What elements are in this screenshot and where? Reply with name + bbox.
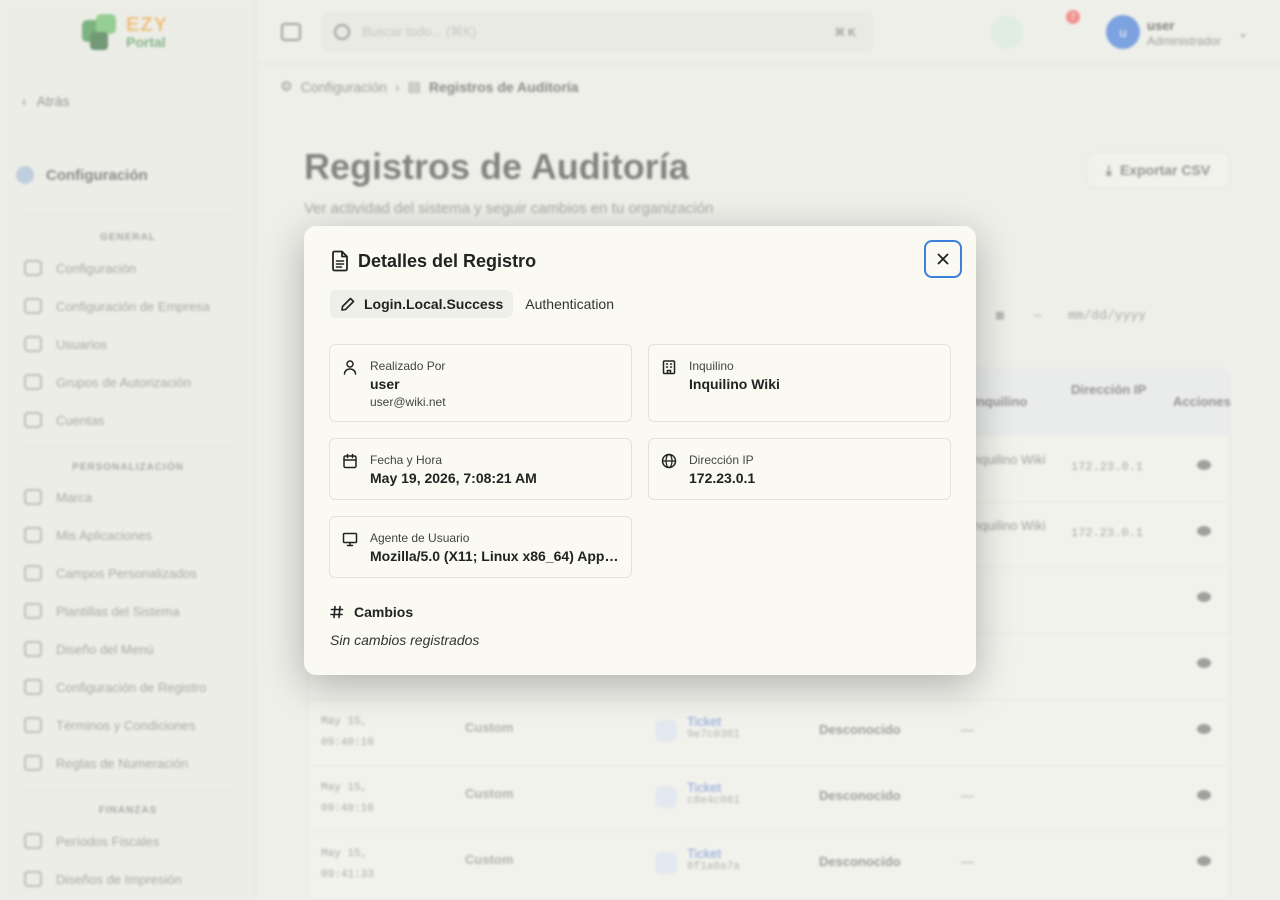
performed-by-label: Realizado Por	[370, 359, 446, 373]
dialog-title: Detalles del Registro	[358, 250, 537, 271]
datetime-card: Fecha y Hora May 19, 2026, 7:08:21 AM	[329, 438, 632, 500]
pencil-icon	[341, 297, 355, 311]
datetime-label: Fecha y Hora	[370, 453, 443, 467]
performed-by-name: user	[370, 376, 400, 392]
close-icon	[937, 253, 949, 265]
tenant-value: Inquilino Wiki	[689, 376, 780, 392]
hash-icon	[330, 605, 344, 619]
user-agent-label: Agente de Usuario	[370, 531, 470, 545]
building-icon	[662, 360, 676, 375]
user-agent-value: Mozilla/5.0 (X11; Linux x86_64) AppleWeb…	[370, 548, 620, 564]
file-text-icon	[332, 250, 348, 272]
tenant-label: Inquilino	[689, 359, 734, 373]
calendar-icon	[343, 453, 357, 469]
action-badge: Login.Local.Success	[330, 290, 514, 318]
log-details-dialog: Detalles del Registro Login.Local.Succes…	[304, 226, 976, 675]
user-icon	[343, 360, 357, 375]
event-tags: Login.Local.Success Authentication	[330, 290, 614, 318]
ip-label: Dirección IP	[689, 453, 754, 467]
ip-value: 172.23.0.1	[689, 470, 756, 486]
performed-by-email: user@wiki.net	[370, 395, 446, 409]
ip-card: Dirección IP 172.23.0.1	[648, 438, 951, 500]
changes-heading: Cambios	[330, 604, 413, 620]
close-button[interactable]	[924, 240, 962, 278]
user-agent-card: Agente de Usuario Mozilla/5.0 (X11; Linu…	[329, 516, 632, 578]
dialog-header: Detalles del Registro	[330, 250, 536, 272]
performed-by-card: Realizado Por user user@wiki.net	[329, 344, 632, 422]
monitor-icon	[342, 532, 358, 547]
changes-empty-message: Sin cambios registrados	[330, 632, 480, 648]
tenant-card: Inquilino Inquilino Wiki	[648, 344, 951, 422]
datetime-value: May 19, 2026, 7:08:21 AM	[370, 470, 537, 486]
globe-icon	[661, 453, 677, 469]
category-label: Authentication	[525, 296, 614, 312]
